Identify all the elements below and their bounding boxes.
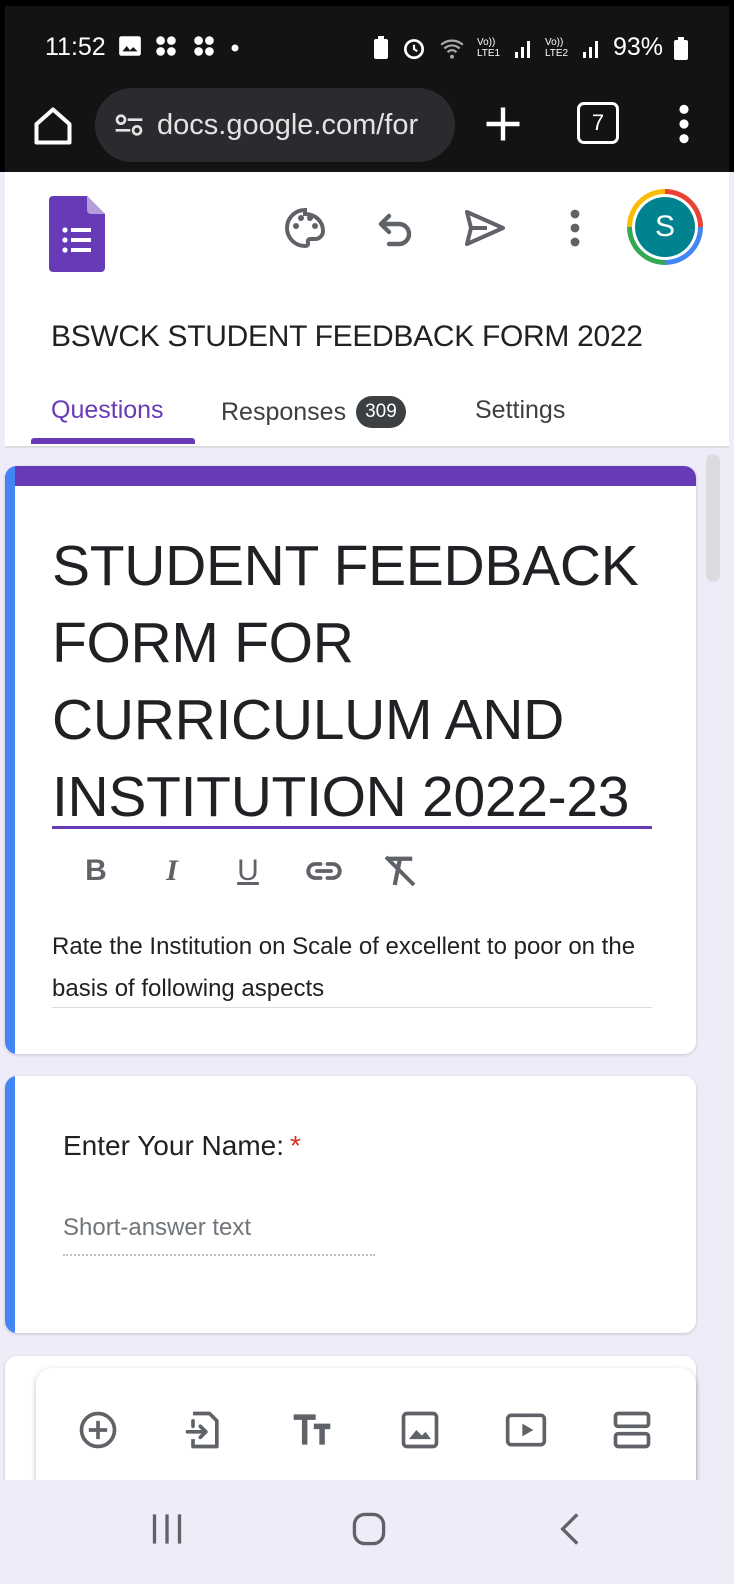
browser-url-row: docs.google.com/for 7 [5, 82, 729, 172]
google-forms-logo-icon[interactable] [49, 196, 105, 272]
question-focus-indicator [5, 1076, 15, 1333]
site-settings-icon[interactable] [113, 109, 145, 141]
italic-button[interactable]: I [151, 850, 193, 892]
tab-count: 7 [591, 110, 605, 135]
card-accent-bar [5, 466, 696, 486]
form-title-card: STUDENT FEEDBACK FORM FOR CURRICULUM AND… [5, 466, 696, 1054]
link-icon[interactable] [303, 850, 345, 892]
system-navigation-bar [0, 1480, 734, 1584]
account-avatar[interactable]: S [627, 189, 703, 265]
avatar-ring: S [632, 194, 698, 260]
short-answer-underline [63, 1254, 375, 1256]
battery-percent: 93% [612, 33, 663, 61]
browser-chrome: 11:52 Vo)) LTE1 Vo)) LTE2 93% docs.googl… [5, 6, 729, 172]
wifi-icon [440, 39, 464, 59]
active-tab-indicator [31, 438, 195, 444]
new-tab-icon[interactable] [481, 102, 525, 146]
avatar-letter: S [635, 197, 695, 257]
form-title-input[interactable]: STUDENT FEEDBACK FORM FOR CURRICULUM AND… [52, 528, 652, 836]
status-right-icons: Vo)) LTE1 Vo)) LTE2 93% [371, 33, 689, 62]
address-bar[interactable]: docs.google.com/for [95, 88, 455, 162]
status-time: 11:52 [45, 33, 106, 61]
recent-apps-icon[interactable] [142, 1504, 192, 1554]
add-section-icon[interactable] [610, 1408, 654, 1452]
form-document-name[interactable]: BSWCK STUDENT FEEDBACK FORM 2022 [51, 320, 643, 354]
text-format-toolbar: B I U [75, 850, 421, 892]
undo-icon[interactable] [371, 204, 419, 252]
url-text[interactable]: docs.google.com/for [157, 109, 418, 142]
home-icon[interactable] [31, 104, 75, 148]
question-title-text: Enter Your Name: [63, 1130, 285, 1161]
description-underline [52, 1007, 652, 1008]
tab-switcher-button[interactable]: 7 [577, 102, 619, 144]
add-title-icon[interactable] [290, 1408, 334, 1452]
forms-header: S BSWCK STUDENT FEEDBACK FORM 2022 Quest… [5, 172, 729, 448]
tab-questions[interactable]: Questions [51, 396, 164, 425]
import-questions-icon[interactable] [182, 1408, 226, 1452]
clear-format-icon[interactable] [379, 850, 421, 892]
tab-responses-label: Responses [221, 398, 347, 426]
short-answer-placeholder: Short-answer text [63, 1214, 252, 1241]
app-notification-icon [156, 36, 176, 56]
send-icon[interactable] [461, 204, 509, 252]
customize-theme-palette-icon[interactable] [281, 204, 329, 252]
header-divider [5, 446, 729, 448]
required-asterisk: * [290, 1130, 301, 1161]
signal2-icon [582, 40, 598, 58]
tab-settings[interactable]: Settings [475, 396, 565, 425]
sim1-signal: Vo)) LTE1 [476, 36, 501, 59]
notification-icons [117, 33, 243, 59]
sim2-signal: Vo)) LTE2 [544, 36, 569, 59]
alarm-icon [403, 38, 424, 59]
add-video-icon[interactable] [504, 1408, 548, 1452]
page-scrollbar[interactable] [706, 454, 720, 582]
add-question-icon[interactable] [76, 1408, 120, 1452]
question-card[interactable]: Enter Your Name: * Short-answer text [5, 1076, 696, 1333]
title-underline [52, 826, 652, 829]
gallery-notification-icon [119, 36, 141, 56]
signal1-icon [514, 40, 530, 58]
form-description-input[interactable]: Rate the Institution on Scale of excelle… [52, 926, 652, 1010]
battery-icon [674, 36, 688, 60]
more-notifications-dot-icon [231, 44, 239, 52]
tab-responses[interactable]: Responses 309 [221, 396, 406, 428]
home-button-icon[interactable] [344, 1504, 394, 1554]
question-title[interactable]: Enter Your Name: * [63, 1130, 301, 1162]
app-notification-icon-2 [194, 36, 214, 56]
more-options-icon[interactable] [551, 204, 599, 252]
back-icon[interactable] [546, 1504, 596, 1554]
status-bar: 11:52 Vo)) LTE1 Vo)) LTE2 93% [5, 6, 729, 82]
responses-count-badge: 309 [356, 396, 406, 428]
bold-button[interactable]: B [75, 850, 117, 892]
add-image-icon[interactable] [398, 1408, 442, 1452]
add-item-toolbar [36, 1368, 696, 1498]
focus-indicator [5, 466, 15, 1054]
battery-saver-icon [373, 35, 388, 59]
browser-menu-icon[interactable] [669, 102, 699, 146]
underline-button[interactable]: U [227, 850, 269, 892]
